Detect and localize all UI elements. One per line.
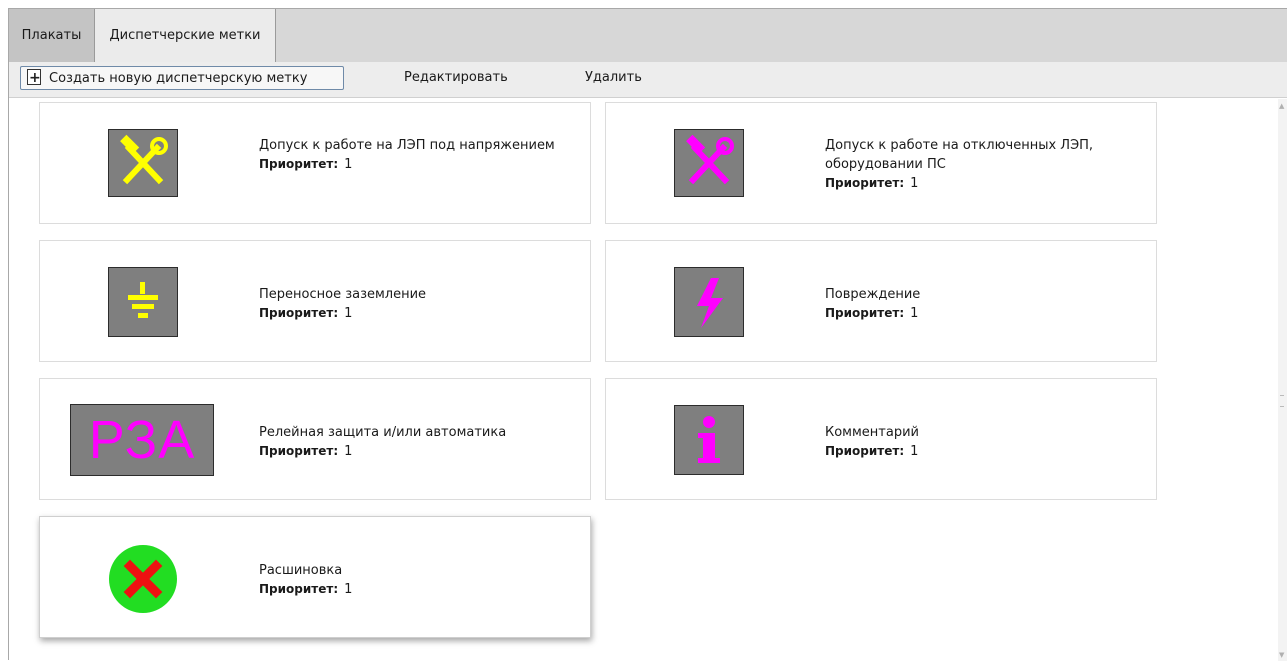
mark-card-selected[interactable]: Расшиновка Приоритет: 1	[39, 516, 591, 638]
info-icon	[674, 405, 744, 475]
create-mark-button[interactable]: Создать новую диспетчерскую метку	[20, 66, 344, 90]
edit-button[interactable]: Редактировать	[404, 66, 508, 90]
mark-card[interactable]: РЗА Релейная защита и/или автоматика При…	[39, 378, 591, 500]
create-mark-label: Создать новую диспетчерскую метку	[49, 71, 308, 86]
mark-title: Переносное заземление	[259, 287, 427, 302]
tab-dispatcher-marks[interactable]: Диспетчерские метки	[95, 9, 276, 62]
priority-value: 1	[910, 176, 919, 191]
priority-value: 1	[344, 306, 353, 321]
red-cross-green-circle-icon	[108, 544, 178, 614]
priority-value: 1	[910, 444, 919, 459]
priority-value: 1	[344, 444, 353, 459]
mark-card[interactable]: Переносное заземление Приоритет: 1	[39, 240, 591, 362]
add-document-icon	[27, 66, 41, 90]
mark-title: Расшиновка	[259, 563, 343, 578]
scroll-grip-icon[interactable]	[1280, 395, 1284, 407]
priority-label: Приоритет:	[259, 444, 339, 458]
vertical-scrollbar[interactable]: ▲ ▼	[1278, 99, 1287, 661]
priority-label: Приоритет:	[825, 176, 905, 190]
mark-card[interactable]: Повреждение Приоритет: 1	[605, 240, 1157, 362]
priority-label: Приоритет:	[259, 306, 339, 320]
lightning-icon	[674, 267, 744, 337]
main-window: Плакаты Диспетчерские метки Создать нову…	[8, 8, 1287, 661]
toolbar: Создать новую диспетчерскую метку Редакт…	[9, 62, 1287, 98]
scroll-up-icon[interactable]: ▲	[1279, 102, 1284, 110]
mark-card[interactable]: Комментарий Приоритет: 1	[605, 378, 1157, 500]
priority-label: Приоритет:	[259, 582, 339, 596]
ground-icon	[108, 267, 178, 337]
tab-bar: Плакаты Диспетчерские метки	[9, 9, 1287, 62]
marks-list: Допуск к работе на ЛЭП под напряжением П…	[9, 99, 1271, 661]
mark-title: Комментарий	[825, 425, 919, 440]
priority-value: 1	[344, 582, 353, 597]
hammer-wrench-icon	[108, 129, 178, 197]
mark-title: Релейная защита и/или автоматика	[259, 425, 507, 440]
mark-title: Допуск к работе на отключенных ЛЭП, обор…	[825, 138, 1094, 172]
rza-icon: РЗА	[70, 404, 214, 476]
priority-value: 1	[910, 306, 919, 321]
priority-label: Приоритет:	[825, 306, 905, 320]
delete-button[interactable]: Удалить	[585, 66, 642, 90]
priority-label: Приоритет:	[825, 444, 905, 458]
priority-label: Приоритет:	[259, 157, 339, 171]
rza-icon-text: РЗА	[88, 410, 196, 470]
mark-title: Допуск к работе на ЛЭП под напряжением	[259, 138, 555, 153]
tab-posters[interactable]: Плакаты	[9, 9, 95, 62]
mark-title: Повреждение	[825, 287, 921, 302]
scroll-down-icon[interactable]: ▼	[1279, 651, 1284, 659]
mark-card[interactable]: Допуск к работе на отключенных ЛЭП, обор…	[605, 102, 1157, 224]
hammer-wrench-icon	[674, 129, 744, 197]
mark-card[interactable]: Допуск к работе на ЛЭП под напряжением П…	[39, 102, 591, 224]
priority-value: 1	[344, 157, 353, 172]
